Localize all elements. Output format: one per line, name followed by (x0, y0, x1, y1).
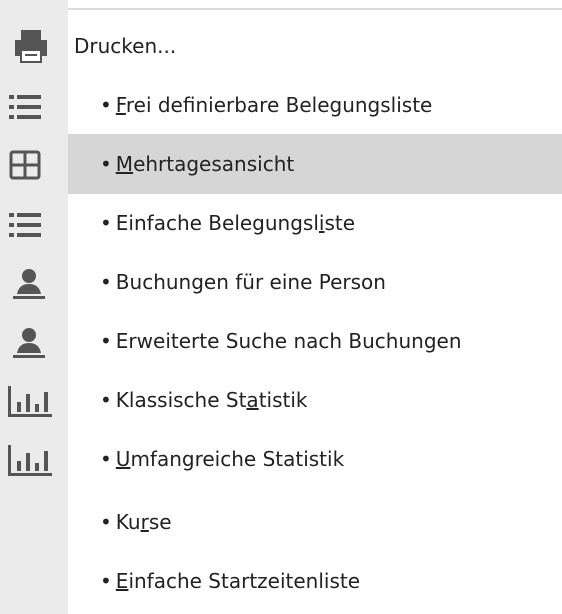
menu-item-label: • Buchungen für eine Person (100, 270, 386, 294)
menu-item-einfache-belegungsliste[interactable]: • Einfache Belegungsliste (0, 193, 562, 253)
list-icon (0, 75, 68, 135)
menu-item-frei-definierbare-belegungsliste[interactable]: • Frei definierbare Belegungsliste (0, 75, 562, 135)
menu-item-label: • Einfache Belegungsliste (100, 211, 356, 235)
menu-item-label: • Mehrtagesansicht (100, 152, 295, 176)
grid-icon (0, 134, 68, 194)
menu-item-label: • Klassische Statistik (100, 388, 308, 412)
menu-item-drucken[interactable]: Drucken... (0, 16, 562, 76)
menu-item-label: • Kurse (100, 510, 172, 534)
menu-item-label: Drucken... (74, 34, 177, 58)
person-icon (0, 311, 68, 371)
person-icon (0, 252, 68, 312)
menu-item-klassische-statistik[interactable]: • Klassische Statistik (0, 370, 562, 430)
menu-item-umfangreiche-statistik[interactable]: • Umfangreiche Statistik (0, 429, 562, 489)
menu-item-label: • Frei definierbare Belegungsliste (100, 93, 433, 117)
menu-top-divider (68, 8, 562, 10)
bar-chart-icon (0, 370, 68, 430)
menu-item-label: • Erweiterte Suche nach Buchungen (100, 329, 462, 353)
bar-chart-icon (0, 429, 68, 489)
menu-item-buchungen-fuer-eine-person[interactable]: • Buchungen für eine Person (0, 252, 562, 312)
menu-item-label: • Einfache Startzeitenliste (100, 569, 361, 593)
menu-item-label: • Umfangreiche Statistik (100, 447, 345, 471)
printer-icon (0, 16, 68, 76)
print-context-menu: Drucken... • Frei definierbare Belegungsl… (0, 0, 562, 614)
menu-item-einfache-startzeitenliste[interactable]: • Einfache Startzeitenliste (0, 551, 562, 611)
menu-item-mehrtagesansicht[interactable]: • Mehrtagesansicht (0, 134, 562, 194)
menu-item-kurse[interactable]: • Kurse (0, 492, 562, 552)
list-icon (0, 193, 68, 253)
menu-item-erweiterte-suche[interactable]: • Erweiterte Suche nach Buchungen (0, 311, 562, 371)
